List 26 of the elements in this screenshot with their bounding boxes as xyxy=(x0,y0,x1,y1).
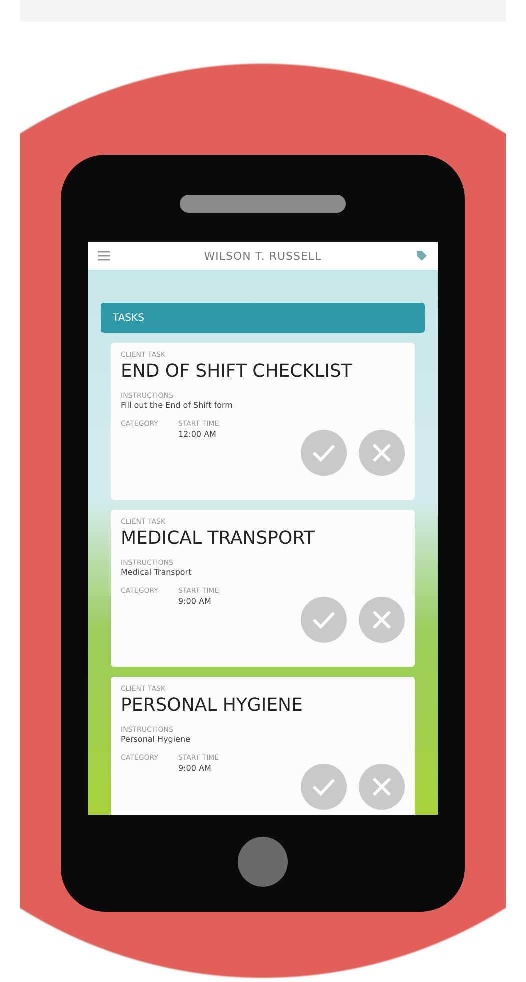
task-name: END OF SHIFT CHECKLIST xyxy=(121,361,354,382)
instructions-text: Personal Hygiene xyxy=(121,735,192,744)
decline-button[interactable] xyxy=(359,430,405,476)
accept-button[interactable] xyxy=(301,430,347,476)
instructions-text: Fill out the End of Shift form xyxy=(121,401,234,410)
decline-button[interactable] xyxy=(359,597,405,643)
check-icon xyxy=(312,444,336,462)
decline-button[interactable] xyxy=(359,764,405,810)
accept-button[interactable] xyxy=(301,597,347,643)
home-button[interactable] xyxy=(238,837,288,887)
header-title: WILSON T. RUSSELL xyxy=(204,250,322,262)
tag-icon[interactable] xyxy=(416,250,428,262)
close-icon xyxy=(372,610,392,630)
task-name: MEDICAL TRANSPORT xyxy=(121,528,316,549)
instructions-text: Medical Transport xyxy=(121,568,193,577)
start-time: 9:00 AM xyxy=(178,597,212,606)
start-time: 9:00 AM xyxy=(178,764,212,773)
check-icon xyxy=(312,778,336,796)
task-name: PERSONAL HYGIENE xyxy=(121,695,304,716)
check-icon xyxy=(312,611,336,629)
menu-icon[interactable] xyxy=(98,251,110,261)
accept-button[interactable] xyxy=(301,764,347,810)
close-icon xyxy=(372,777,392,797)
tasks-title: TASKS xyxy=(113,312,144,324)
start-time: 12:00 AM xyxy=(178,430,218,439)
close-icon xyxy=(372,443,392,463)
